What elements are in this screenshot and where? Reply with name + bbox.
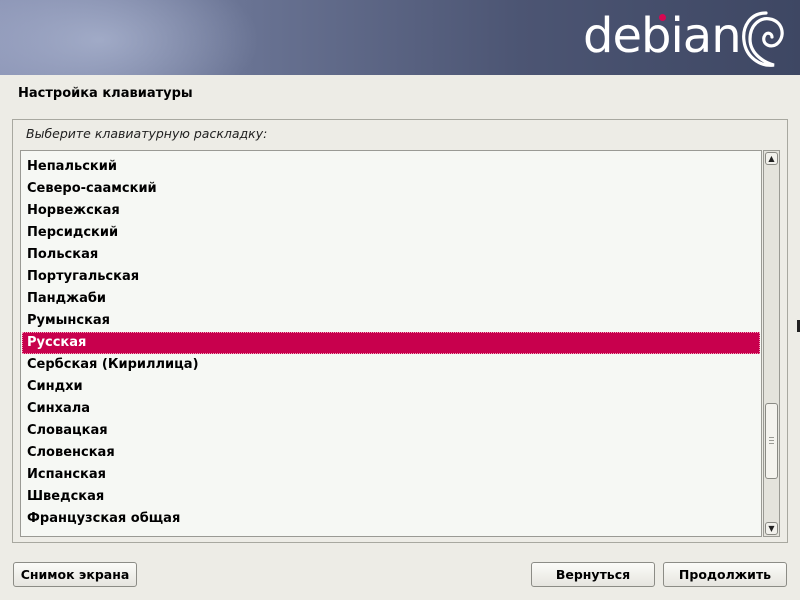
list-item[interactable]: Румынская bbox=[22, 310, 760, 332]
arrow-up-icon[interactable]: ▲ bbox=[765, 152, 778, 165]
list-item[interactable]: Шведская bbox=[22, 486, 760, 508]
page-title: Настройка клавиатуры bbox=[18, 86, 193, 101]
list-item[interactable]: Норвежская bbox=[22, 200, 760, 222]
list-item[interactable]: Португальская bbox=[22, 266, 760, 288]
list-item[interactable]: Персидский bbox=[22, 222, 760, 244]
list-scrollbar[interactable]: ▲ ▼ bbox=[763, 150, 780, 537]
arrow-down-icon[interactable]: ▼ bbox=[765, 522, 778, 535]
debian-swirl-icon bbox=[742, 11, 784, 67]
list-item[interactable]: Панджаби bbox=[22, 288, 760, 310]
list-item-selected[interactable]: Русская bbox=[22, 332, 760, 354]
list-item[interactable]: Непальский bbox=[22, 156, 760, 178]
list-item[interactable]: Французская общая bbox=[22, 508, 760, 530]
back-button[interactable]: Вернуться bbox=[531, 562, 655, 587]
scrollbar-thumb[interactable] bbox=[765, 403, 778, 479]
grip-line bbox=[769, 443, 774, 444]
header-banner: debian bbox=[0, 0, 800, 75]
list-item[interactable]: Словацкая bbox=[22, 420, 760, 442]
continue-button[interactable]: Продолжить bbox=[663, 562, 787, 587]
list-item[interactable]: Синдхи bbox=[22, 376, 760, 398]
screenshot-button[interactable]: Снимок экрана bbox=[13, 562, 137, 587]
list-item[interactable]: Северо-саамский bbox=[22, 178, 760, 200]
list-item[interactable]: Синхала bbox=[22, 398, 760, 420]
list-item[interactable]: Сербская (Кириллица) bbox=[22, 354, 760, 376]
header-glow bbox=[0, 0, 260, 75]
keyboard-layout-list[interactable]: Непальский Северо-саамский Норвежская Пе… bbox=[20, 150, 762, 537]
grip-line bbox=[769, 437, 774, 438]
prompt-label: Выберите клавиатурную раскладку: bbox=[26, 126, 268, 141]
logo-dot bbox=[659, 14, 666, 21]
list-item[interactable]: Польская bbox=[22, 244, 760, 266]
list-item-partial[interactable] bbox=[22, 530, 760, 536]
selection-panel: Выберите клавиатурную раскладку: Непальс… bbox=[12, 119, 788, 543]
grip-line bbox=[769, 440, 774, 441]
list-item[interactable]: Испанская bbox=[22, 464, 760, 486]
list-item[interactable]: Словенская bbox=[22, 442, 760, 464]
